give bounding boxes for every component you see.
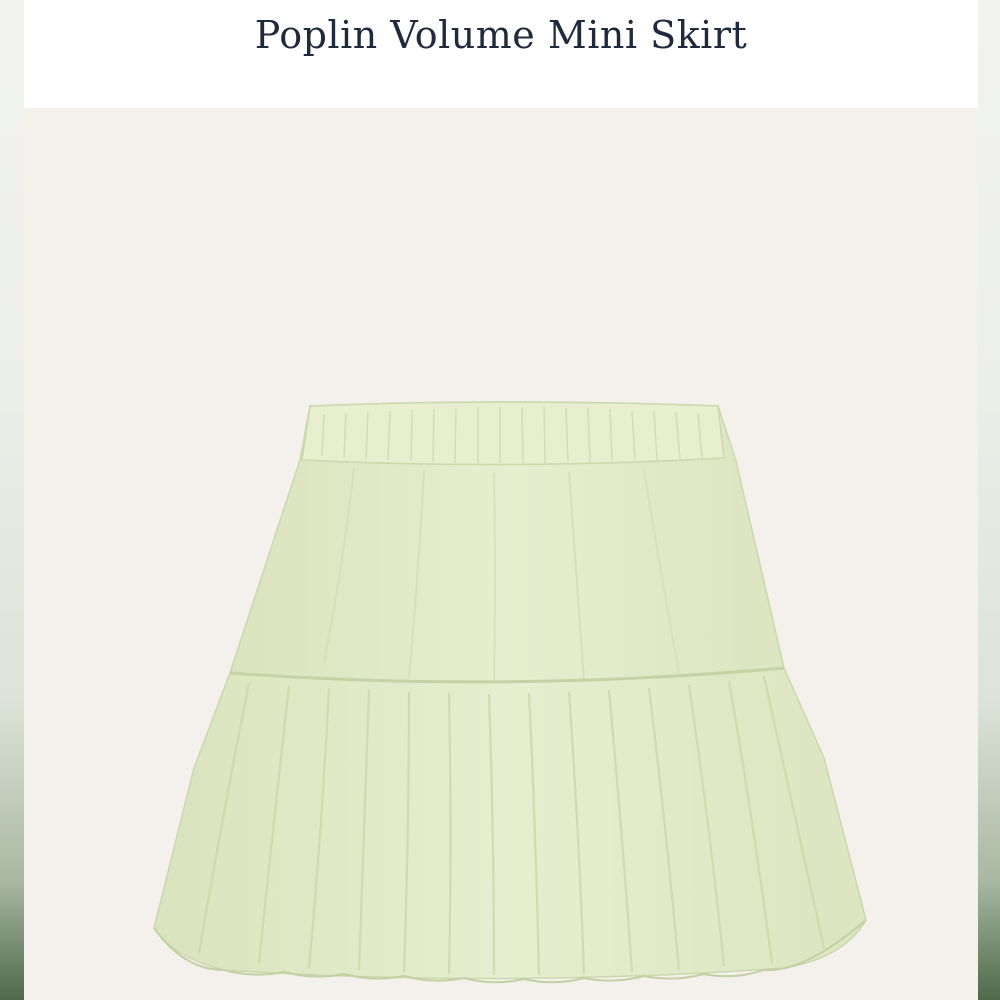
product-image[interactable] [24, 108, 978, 1000]
left-edge-strip [0, 0, 24, 1000]
skirt-photo-icon [153, 401, 867, 984]
product-header: Poplin Volume Mini Skirt [24, 0, 978, 108]
right-edge-strip [976, 0, 1000, 1000]
product-page: Poplin Volume Mini Skirt [24, 0, 978, 1000]
product-title: Poplin Volume Mini Skirt [254, 13, 748, 57]
